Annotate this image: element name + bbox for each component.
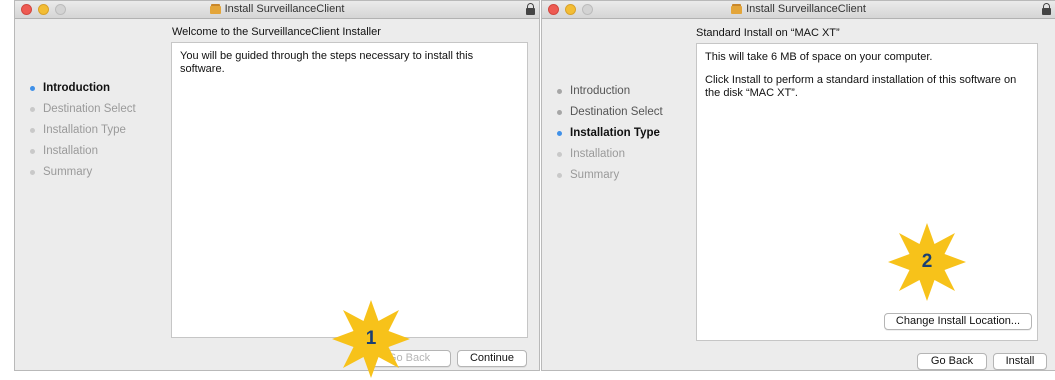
step-bullet-icon bbox=[557, 131, 562, 136]
step-bullet-icon bbox=[30, 128, 35, 133]
step-installation-type: Installation Type bbox=[29, 123, 136, 144]
content-pane: You will be guided through the steps nec… bbox=[171, 42, 528, 338]
install-instructions-text: Click Install to perform a standard inst… bbox=[705, 74, 1017, 99]
lock-icon[interactable] bbox=[1042, 3, 1051, 15]
step-bullet-icon bbox=[30, 170, 35, 175]
change-install-location-button[interactable]: Change Install Location... bbox=[884, 313, 1032, 330]
title-bar: Install SurveillanceClient bbox=[542, 1, 1055, 19]
step-bullet-icon bbox=[30, 149, 35, 154]
step-introduction: Introduction bbox=[556, 84, 663, 105]
callout-number: 2 bbox=[921, 251, 933, 272]
callout-star-2: 2 bbox=[886, 221, 968, 303]
installer-steps: Introduction Destination Select Installa… bbox=[556, 84, 663, 189]
lock-icon[interactable] bbox=[526, 3, 535, 15]
space-required-text: This will take 6 MB of space on your com… bbox=[705, 51, 933, 63]
pane-heading: Standard Install on “MAC XT” bbox=[696, 27, 840, 39]
installer-window-installation-type: Install SurveillanceClient Standard Inst… bbox=[541, 0, 1055, 371]
step-bullet-icon bbox=[557, 173, 562, 178]
window-title: Install SurveillanceClient bbox=[15, 3, 539, 15]
title-bar: Install SurveillanceClient bbox=[15, 1, 539, 19]
window-title-text: Install SurveillanceClient bbox=[224, 3, 345, 15]
step-destination-select: Destination Select bbox=[29, 102, 136, 123]
go-back-button[interactable]: Go Back bbox=[917, 353, 987, 370]
step-introduction: Introduction bbox=[29, 81, 136, 102]
step-bullet-icon bbox=[557, 89, 562, 94]
step-destination-select: Destination Select bbox=[556, 105, 663, 126]
step-installation: Installation bbox=[29, 144, 136, 165]
installer-window-welcome: Install SurveillanceClient Welcome to th… bbox=[14, 0, 540, 371]
step-summary: Summary bbox=[29, 165, 136, 186]
intro-text: You will be guided through the steps nec… bbox=[180, 50, 474, 75]
step-bullet-icon bbox=[557, 110, 562, 115]
step-installation: Installation bbox=[556, 147, 663, 168]
package-icon bbox=[209, 4, 221, 14]
step-summary: Summary bbox=[556, 168, 663, 189]
step-bullet-icon bbox=[30, 107, 35, 112]
step-bullet-icon bbox=[557, 152, 562, 157]
content-pane: This will take 6 MB of space on your com… bbox=[696, 43, 1038, 341]
window-title: Install SurveillanceClient bbox=[542, 3, 1055, 15]
package-icon bbox=[731, 4, 743, 14]
callout-star-1: 1 bbox=[330, 298, 412, 380]
callout-number: 1 bbox=[365, 328, 377, 349]
pane-heading: Welcome to the SurveillanceClient Instal… bbox=[172, 26, 381, 38]
continue-button[interactable]: Continue bbox=[457, 350, 527, 367]
step-installation-type: Installation Type bbox=[556, 126, 663, 147]
installer-steps: Introduction Destination Select Installa… bbox=[29, 81, 136, 186]
install-button[interactable]: Install bbox=[993, 353, 1047, 370]
window-title-text: Install SurveillanceClient bbox=[746, 3, 866, 15]
step-bullet-icon bbox=[30, 86, 35, 91]
